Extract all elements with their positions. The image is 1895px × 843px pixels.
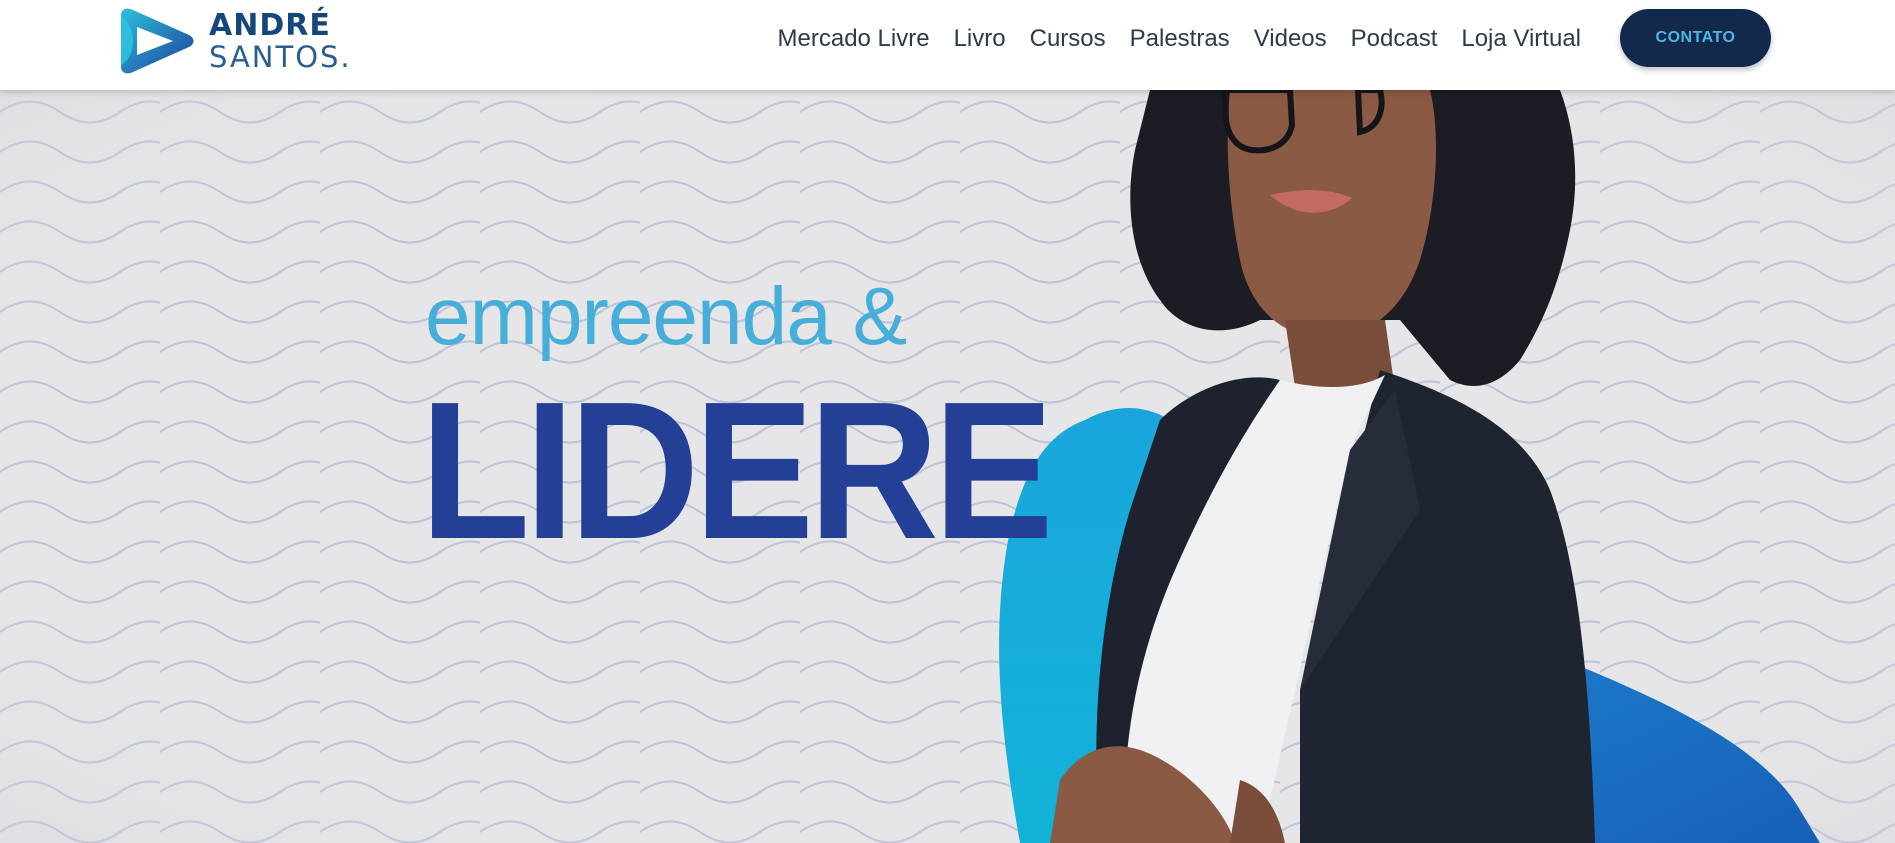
- brand-name: ANDRÉ SANTOS.: [209, 7, 352, 74]
- hero-subtitle: empreenda &: [425, 271, 907, 362]
- brand-name-line2: SANTOS.: [209, 39, 352, 74]
- nav-item-cursos[interactable]: Cursos: [1018, 24, 1118, 54]
- hero-banner: empreenda & LIDERE: [0, 90, 1895, 843]
- contact-button[interactable]: CONTATO: [1620, 9, 1771, 67]
- nav-item-palestras[interactable]: Palestras: [1118, 24, 1242, 54]
- nav-item-mercado-livre[interactable]: Mercado Livre: [766, 24, 942, 54]
- hero-title: LIDERE: [420, 361, 1054, 580]
- main-nav: Mercado Livre Livro Cursos Palestras Vid…: [766, 24, 1593, 54]
- nav-item-loja-virtual[interactable]: Loja Virtual: [1449, 24, 1593, 54]
- brand-name-line1: ANDRÉ: [209, 7, 331, 43]
- nav-item-livro[interactable]: Livro: [942, 24, 1018, 54]
- play-triangle-icon: [121, 8, 194, 74]
- site-header: ANDRÉ SANTOS. Mercado Livre Livro Cursos…: [0, 0, 1895, 90]
- nav-item-podcast[interactable]: Podcast: [1339, 24, 1450, 54]
- nav-item-videos[interactable]: Videos: [1242, 24, 1339, 54]
- brand-logo[interactable]: ANDRÉ SANTOS.: [115, 6, 355, 76]
